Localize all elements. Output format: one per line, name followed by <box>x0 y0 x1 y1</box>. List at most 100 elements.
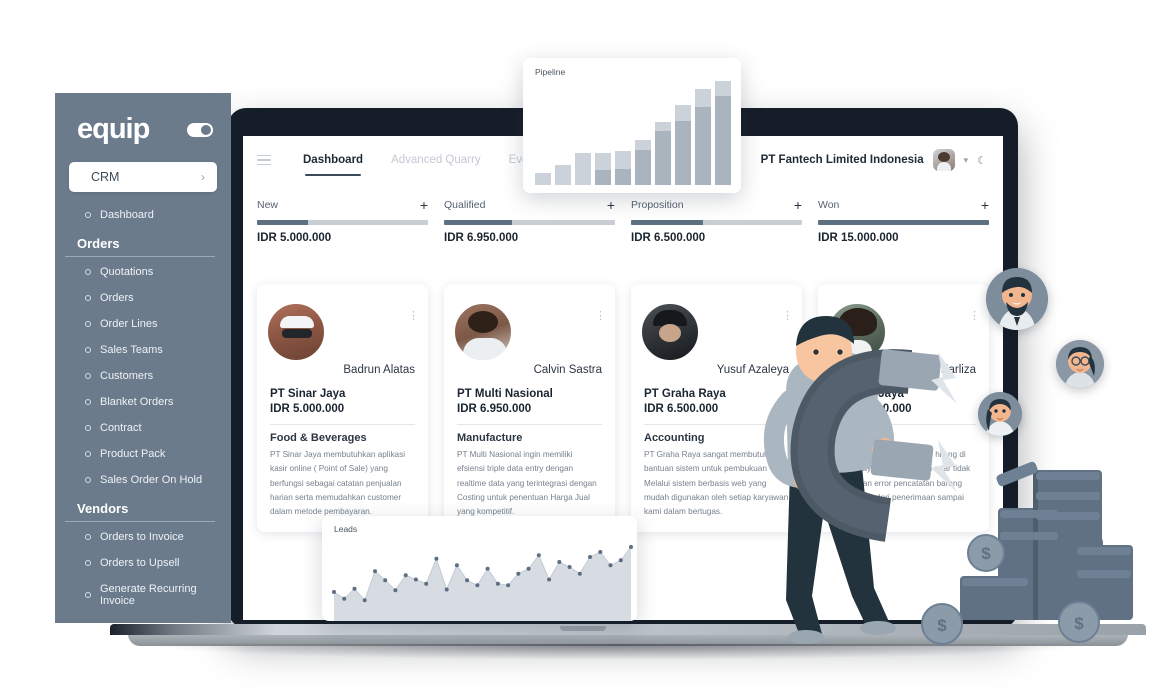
opportunity-description: PT Multi Nasional ingin memiliki efsiens… <box>457 450 597 517</box>
sidebar-item-label: Dashboard <box>100 209 154 221</box>
leads-chart-card[interactable]: Leads <box>322 516 637 621</box>
sidebar-item-contract[interactable]: Contract <box>55 415 231 441</box>
sidebar-item-customers[interactable]: Customers <box>55 363 231 389</box>
sidebar-item-orders-to-invoice[interactable]: Orders to Invoice <box>55 524 231 550</box>
avatar-bubble-woman <box>978 392 1022 436</box>
tab-advanced-quarry[interactable]: Advanced Quarry <box>391 136 481 184</box>
opportunity-category: Manufacture <box>457 432 523 444</box>
add-opportunity-button[interactable]: + <box>420 198 428 212</box>
app-logo: equip <box>77 113 150 145</box>
stage-label: Won <box>818 199 840 211</box>
stage-amount: IDR 6.500.000 <box>631 232 706 244</box>
leads-data-point <box>618 558 623 563</box>
opportunity-card[interactable]: ⋮ Yusuf Azaleya PT Graha Raya IDR 6.500.… <box>631 284 802 532</box>
leads-data-point <box>373 569 377 574</box>
leads-data-point <box>362 598 367 603</box>
tab-dashboard[interactable]: Dashboard <box>303 136 363 184</box>
sidebar-item-sales-teams[interactable]: Sales Teams <box>55 337 231 363</box>
sidebar-item-sales-order-on-hold[interactable]: Sales Order On Hold <box>55 467 231 493</box>
header-actions: PT Fantech Limited Indonesia ▾ ☾ <box>761 149 1003 171</box>
contact-avatar <box>640 302 700 362</box>
bullet-icon <box>85 373 91 379</box>
sidebar-item-label: Orders <box>100 292 134 304</box>
leads-data-point <box>424 581 429 586</box>
pipeline-bar-segment-base <box>615 169 631 185</box>
pipeline-bar-segment-base <box>695 107 711 185</box>
pipeline-bar-segment-base <box>655 130 671 185</box>
chevron-down-icon[interactable]: ▾ <box>964 155 969 166</box>
sidebar-group-orders: Orders <box>55 228 231 256</box>
bullet-icon <box>85 560 91 566</box>
stage-label: Proposition <box>631 199 684 211</box>
leads-data-point <box>516 571 521 576</box>
leads-data-point <box>485 566 490 571</box>
avatar[interactable] <box>932 149 955 171</box>
leads-area-chart <box>332 545 633 621</box>
sidebar-item-label: Customers <box>100 370 154 382</box>
leads-data-point <box>342 596 347 601</box>
leads-data-point <box>413 577 418 582</box>
leads-data-point <box>536 553 541 558</box>
leads-data-point <box>557 560 562 564</box>
stage-column-new: New + IDR 5.000.000 <box>257 198 428 244</box>
company-name: PT Graha Raya <box>644 388 726 400</box>
divider <box>831 424 976 425</box>
theme-toggle[interactable] <box>187 122 213 137</box>
sidebar-item-orders[interactable]: Orders <box>55 285 231 311</box>
sidebar-divider <box>65 521 215 522</box>
moon-icon[interactable]: ☾ <box>977 154 987 167</box>
contact-name: Calvin Sastra <box>533 364 602 376</box>
sidebar-item-quotations[interactable]: Quotations <box>55 259 231 285</box>
add-opportunity-button[interactable]: + <box>794 198 802 212</box>
divider <box>644 424 789 425</box>
chevron-right-icon: › <box>201 170 205 184</box>
opportunity-description: PT Sinar Jaya membutuhkan aplikasi kasir… <box>270 450 406 517</box>
opportunity-category: Food & Beverages <box>270 432 367 444</box>
add-opportunity-button[interactable]: + <box>607 198 615 212</box>
stage-column-won: Won + IDR 15.000.000 <box>818 198 989 244</box>
stage-progress-bar <box>818 220 989 225</box>
tab-bar: Dashboard Advanced Quarry Events <box>303 136 544 184</box>
avatar-bubble-man <box>986 268 1048 330</box>
opportunity-amount: IDR 5.000.000 <box>270 403 345 415</box>
pipeline-bar-segment-base <box>635 149 651 185</box>
opportunity-card-list: ⋮ Badrun Alatas PT Sinar Jaya IDR 5.000.… <box>243 284 1003 532</box>
sidebar-item-generate-recurring-invoice[interactable]: Generate Recurring Invoice <box>55 576 231 614</box>
module-label: CRM <box>91 170 120 184</box>
card-menu-icon[interactable]: ⋮ <box>782 311 793 322</box>
sidebar-item-product-pack[interactable]: Product Pack <box>55 441 231 467</box>
opportunity-card[interactable]: ⋮ Badrun Alatas PT Sinar Jaya IDR 5.000.… <box>257 284 428 532</box>
opportunity-card[interactable]: ⋮ Calvin Sastra PT Multi Nasional IDR 6.… <box>444 284 615 532</box>
sidebar-item-label: Order Lines <box>100 318 158 330</box>
pipeline-bar-segment-base <box>575 152 591 185</box>
pipeline-bar <box>675 104 691 185</box>
leads-data-point <box>526 566 531 571</box>
bullet-icon <box>85 592 91 598</box>
pipeline-bar-segment-upper <box>595 152 611 171</box>
leads-data-point <box>588 555 592 559</box>
divider <box>457 424 602 425</box>
stage-label: Qualified <box>444 199 486 211</box>
sidebar-item-orders-to-upsell[interactable]: Orders to Upsell <box>55 550 231 576</box>
card-menu-icon[interactable]: ⋮ <box>408 311 419 322</box>
sidebar-group-label: Orders <box>77 236 120 251</box>
hamburger-icon[interactable] <box>257 154 271 166</box>
add-opportunity-button[interactable]: + <box>981 198 989 212</box>
leads-data-point <box>352 586 357 591</box>
card-menu-icon[interactable]: ⋮ <box>969 311 980 322</box>
card-menu-icon[interactable]: ⋮ <box>595 311 606 322</box>
module-selector-crm[interactable]: CRM › <box>69 162 217 192</box>
pipeline-chart-card[interactable]: Pipeline <box>523 58 741 193</box>
leads-area-fill <box>334 547 631 621</box>
opportunity-card[interactable]: ⋮ Karliza PT Maju Jaya IDR 15.000.000 In… <box>818 284 989 532</box>
pipeline-bar-segment-base <box>595 170 611 185</box>
sidebar-item-order-lines[interactable]: Order Lines <box>55 311 231 337</box>
opportunity-category: Inventory <box>831 432 881 444</box>
sidebar-item-blanket-orders[interactable]: Blanket Orders <box>55 389 231 415</box>
pipeline-bar-segment-base <box>535 172 551 185</box>
pipeline-stage-strip: New + IDR 5.000.000 Qualified + IDR 6.95… <box>243 198 1003 244</box>
pipeline-bar-chart <box>535 81 731 185</box>
sidebar-item-dashboard[interactable]: Dashboard <box>55 202 231 228</box>
opportunity-description: permasalahan untuk barang hilang di guda… <box>831 450 971 517</box>
pipeline-bar-segment-base <box>555 165 571 185</box>
